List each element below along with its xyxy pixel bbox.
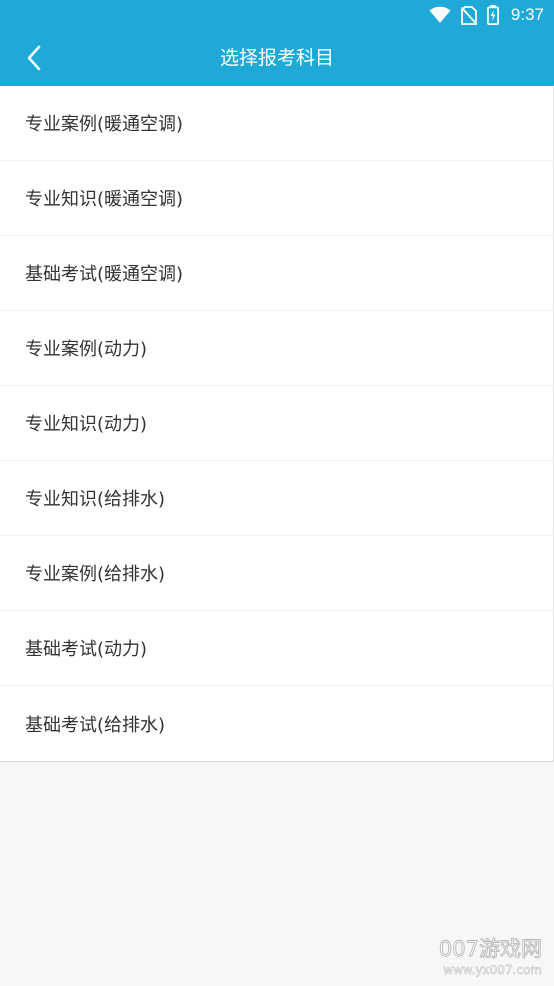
subject-label: 基础考试(动力): [25, 639, 148, 660]
watermark-logo: 007游戏网 www.yx007.com: [438, 937, 542, 978]
subject-item[interactable]: 专业案例(给排水): [0, 536, 553, 611]
watermark-line2: www.yx007.com: [443, 963, 542, 977]
subject-item[interactable]: 专业案例(暖通空调): [0, 86, 553, 161]
battery-charging-icon: [486, 5, 499, 25]
no-sim-icon: [460, 5, 477, 25]
subject-item[interactable]: 基础考试(暖通空调): [0, 236, 553, 311]
subject-label: 专业知识(动力): [25, 414, 148, 435]
subject-item[interactable]: 专业知识(动力): [0, 386, 553, 461]
subject-item[interactable]: 基础考试(动力): [0, 611, 553, 686]
page-title: 选择报考科目: [219, 47, 334, 69]
subject-label: 专业案例(暖通空调): [25, 114, 184, 135]
top-app-bar: 选择报考科目: [0, 30, 554, 86]
watermark-line1: 007游戏网: [439, 937, 542, 961]
subject-label: 专业知识(给排水): [25, 489, 166, 510]
subject-item[interactable]: 基础考试(给排水): [0, 686, 553, 761]
subject-item[interactable]: 专业案例(动力): [0, 311, 553, 386]
subject-item[interactable]: 专业知识(暖通空调): [0, 161, 553, 236]
status-bar: 9:37: [0, 0, 554, 30]
status-icons: 9:37: [429, 0, 544, 30]
wifi-icon: [429, 6, 451, 23]
subject-label: 基础考试(暖通空调): [25, 264, 184, 285]
subject-label: 专业知识(暖通空调): [25, 189, 184, 210]
subject-item[interactable]: 专业知识(给排水): [0, 461, 553, 536]
subject-label: 专业案例(动力): [25, 339, 148, 360]
subject-label: 基础考试(给排水): [25, 714, 166, 736]
status-time: 9:37: [510, 5, 544, 24]
subject-label: 专业案例(给排水): [25, 564, 166, 585]
subject-list: 专业案例(暖通空调) 专业知识(暖通空调) 基础考试(暖通空调) 专业案例(动力…: [0, 86, 554, 762]
